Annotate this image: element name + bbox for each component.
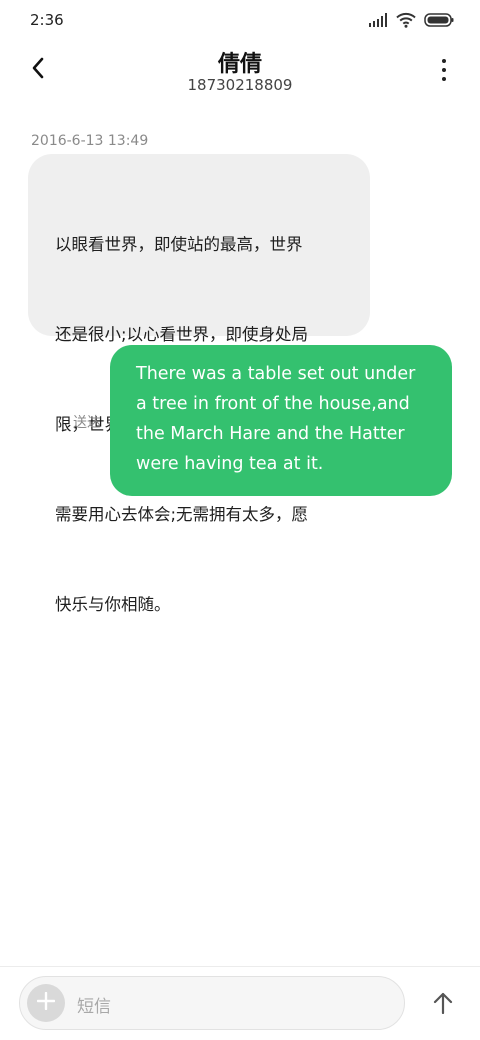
incoming-message-bubble[interactable]: 以眼看世界，即使站的最高，世界 还是很小;以心看世界，即使身处局 限，世界依然很… (28, 154, 370, 614)
message-line: There was a table set out under (136, 364, 416, 384)
sms-conversation-screen: 2:36 倩倩 18730218809 2016-6-13 13:49 以眼看世… (0, 0, 480, 1040)
message-line: 快乐与你相随。 (55, 595, 171, 614)
add-attachment-button[interactable] (27, 984, 65, 1022)
outgoing-message-text: There was a table set out under a tree i… (136, 359, 432, 479)
battery-icon (424, 13, 454, 27)
status-bar: 2:36 (0, 0, 480, 40)
composer-divider (0, 966, 480, 967)
message-input-placeholder[interactable]: 短信 (77, 992, 111, 1017)
contact-name: 倩倩 (217, 52, 262, 77)
message-input-bar[interactable]: 短信 (19, 976, 405, 1030)
more-options-button[interactable] (434, 56, 454, 84)
send-button[interactable] (428, 988, 458, 1022)
more-vertical-icon-dot (442, 77, 446, 81)
message-timestamp: 2016-6-13 13:49 (31, 133, 149, 149)
delivery-status: 送达 (73, 415, 101, 431)
more-vertical-icon-dot (442, 59, 446, 63)
contact-number: 18730218809 (187, 76, 293, 94)
more-vertical-icon-dot (442, 68, 446, 72)
message-line: were having tea at it. (136, 454, 324, 474)
conversation-header: 倩倩 18730218809 (0, 40, 480, 110)
message-line: a tree in front of the house,and (136, 394, 410, 414)
send-arrow-icon (433, 992, 453, 1018)
status-time: 2:36 (30, 11, 64, 29)
message-line: 以眼看世界，即使站的最高，世界 (55, 235, 303, 254)
plus-icon (36, 991, 56, 1014)
message-line: the March Hare and the Hatter (136, 424, 405, 444)
wifi-icon (396, 12, 416, 28)
status-icons (368, 12, 454, 28)
outgoing-message-bubble[interactable]: There was a table set out under a tree i… (110, 345, 452, 496)
signal-icon (368, 13, 388, 27)
message-line: 需要用心去体会;无需拥有太多，愿 (55, 505, 309, 524)
